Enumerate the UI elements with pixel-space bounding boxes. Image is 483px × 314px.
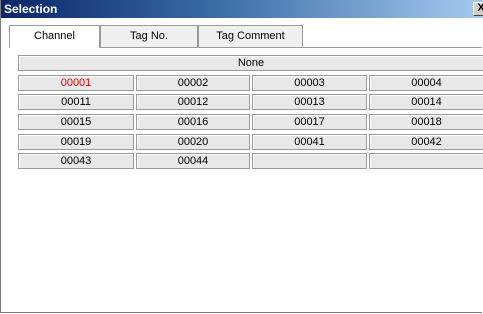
channel-button-00044[interactable]: 00044 bbox=[136, 153, 250, 169]
channel-button-00019[interactable]: 00019 bbox=[18, 134, 134, 150]
channel-grid: None 00001 00002 00003 00004 00011 00012… bbox=[18, 55, 483, 173]
channel-button-00013[interactable]: 00013 bbox=[252, 94, 367, 110]
channel-button-00015[interactable]: 00015 bbox=[18, 114, 134, 130]
close-icon: X bbox=[477, 3, 483, 14]
channel-button-00042[interactable]: 00042 bbox=[369, 134, 483, 150]
channel-button-00012[interactable]: 00012 bbox=[136, 94, 250, 110]
channel-button-00014[interactable]: 00014 bbox=[369, 94, 483, 110]
channel-button-00003[interactable]: 00003 bbox=[252, 75, 367, 91]
none-button[interactable]: None bbox=[18, 55, 483, 71]
selection-window: Selection X Channel Tag No. Tag Comment … bbox=[0, 0, 483, 313]
channel-button-00017[interactable]: 00017 bbox=[252, 114, 367, 130]
tab-channel[interactable]: Channel bbox=[9, 25, 100, 48]
channel-button-00016[interactable]: 00016 bbox=[136, 114, 250, 130]
channel-button-00020[interactable]: 00020 bbox=[136, 134, 250, 150]
channel-button-00043[interactable]: 00043 bbox=[18, 153, 134, 169]
close-button[interactable]: X bbox=[473, 2, 483, 16]
window-title: Selection bbox=[4, 2, 58, 16]
channel-button-00004[interactable]: 00004 bbox=[369, 75, 483, 91]
channel-button-00002[interactable]: 00002 bbox=[136, 75, 250, 91]
title-bar[interactable]: Selection X bbox=[1, 0, 483, 18]
channel-button-00001[interactable]: 00001 bbox=[18, 75, 134, 91]
tab-tag-comment[interactable]: Tag Comment bbox=[198, 25, 303, 47]
channel-button-00011[interactable]: 00011 bbox=[18, 94, 134, 110]
channel-button-00018[interactable]: 00018 bbox=[369, 114, 483, 130]
channel-button-00041[interactable]: 00041 bbox=[252, 134, 367, 150]
channel-button-empty-2[interactable] bbox=[369, 153, 483, 169]
channel-button-empty-1[interactable] bbox=[252, 153, 367, 169]
tab-bar: Channel Tag No. Tag Comment bbox=[9, 25, 482, 48]
tab-tag-no[interactable]: Tag No. bbox=[100, 25, 198, 47]
